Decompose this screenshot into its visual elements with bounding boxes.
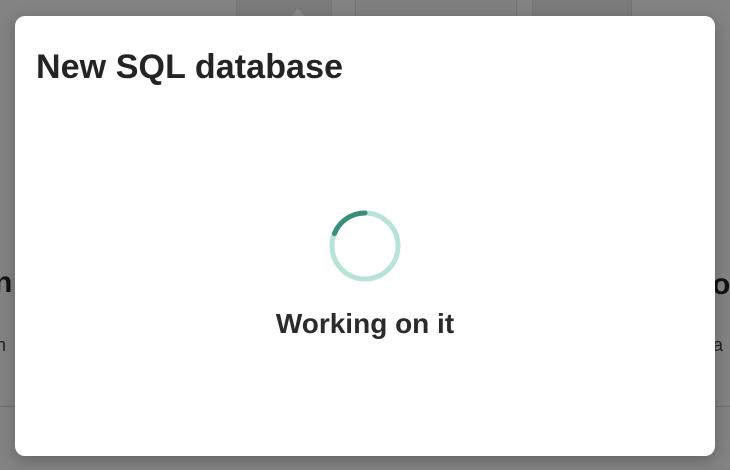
loading-spinner-icon [329, 210, 401, 282]
status-text: Working on it [275, 308, 455, 339]
dialog-title: New SQL database [36, 48, 344, 86]
spinner-arc [332, 210, 368, 236]
new-sql-database-dialog: New SQL database Working on it [15, 16, 715, 456]
